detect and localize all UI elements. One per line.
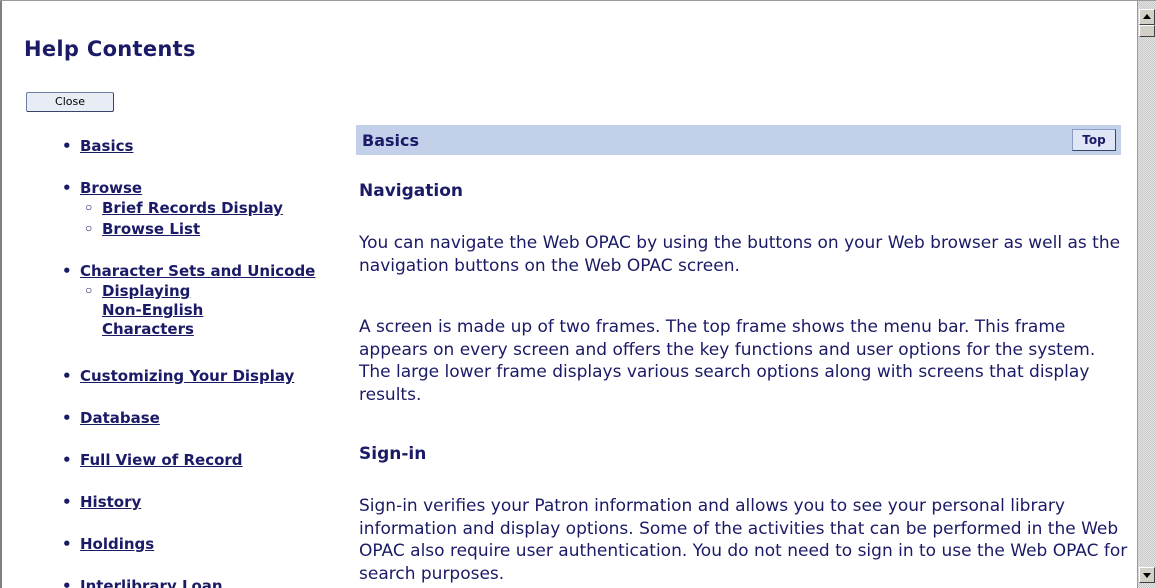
toc-item-full-view: • Full View of Record (62, 451, 243, 469)
bullet-icon: • (62, 137, 72, 155)
scroll-thumb[interactable] (1139, 25, 1155, 37)
scroll-down-button[interactable] (1139, 567, 1155, 583)
arrow-down-icon (1143, 573, 1151, 578)
bullet-icon: • (62, 451, 72, 469)
arrow-up-icon (1143, 14, 1151, 19)
toc-link-customizing[interactable]: Customizing Your Display (80, 367, 294, 385)
toc-link-browse[interactable]: Browse (80, 179, 142, 197)
bullet-icon: • (62, 409, 72, 427)
frame-border (0, 1, 2, 588)
section-header-basics: Basics Top (356, 125, 1121, 155)
toc-item-basics: • Basics (62, 137, 133, 155)
toc-link-non-english[interactable]: Displaying Non-English Characters (84, 282, 203, 338)
toc-link-ill[interactable]: Interlibrary Loan (80, 577, 223, 588)
navigation-heading: Navigation (359, 181, 463, 201)
toc-link-basics[interactable]: Basics (80, 137, 133, 155)
bullet-icon: • (62, 577, 72, 588)
bullet-icon: • (62, 262, 72, 280)
toc-subitem-browse-list: ◦ Browse List (84, 220, 200, 238)
toc-subitem-non-english: ◦ Displaying Non-English Characters (84, 282, 203, 339)
page-title: Help Contents (24, 37, 196, 61)
toc-item-database: • Database (62, 409, 160, 427)
toc-item-browse: • Browse (62, 179, 142, 197)
signin-heading: Sign-in (359, 444, 427, 464)
bullet-icon: • (62, 367, 72, 385)
toc-link-database[interactable]: Database (80, 409, 160, 427)
section-title: Basics (362, 131, 420, 150)
top-button[interactable]: Top (1072, 129, 1116, 151)
toc-link-browse-list[interactable]: Browse List (102, 220, 200, 238)
help-frame: Help Contents Close • Basics • Browse ◦ Bri… (0, 0, 1156, 588)
circle-bullet-icon: ◦ (84, 282, 94, 300)
navigation-paragraph-1: You can navigate the Web OPAC by using t… (359, 233, 1121, 276)
toc-link-history[interactable]: History (80, 493, 141, 511)
toc-item-history: • History (62, 493, 141, 511)
navigation-paragraph-2: A screen is made up of two frames. The t… (359, 317, 1096, 405)
circle-bullet-icon: ◦ (84, 220, 94, 238)
toc-link-charsets[interactable]: Character Sets and Unicode (80, 262, 315, 280)
bullet-icon: • (62, 535, 72, 553)
bullet-icon: • (62, 179, 72, 197)
toc-link-holdings[interactable]: Holdings (80, 535, 154, 553)
signin-paragraph-1: Sign-in verifies your Patron information… (359, 496, 1128, 584)
toc-link-full-view[interactable]: Full View of Record (80, 451, 243, 469)
toc-item-holdings: • Holdings (62, 535, 154, 553)
toc-item-charsets: • Character Sets and Unicode (62, 262, 315, 280)
scroll-up-button[interactable] (1139, 9, 1155, 25)
toc-item-ill: • Interlibrary Loan (62, 577, 223, 588)
circle-bullet-icon: ◦ (84, 199, 94, 217)
bullet-icon: • (62, 493, 72, 511)
toc-subitem-brief-records: ◦ Brief Records Display (84, 199, 283, 217)
vertical-scrollbar[interactable] (1137, 1, 1156, 588)
toc-item-customizing: • Customizing Your Display (62, 367, 294, 385)
toc-link-brief-records[interactable]: Brief Records Display (102, 199, 283, 217)
close-button[interactable]: Close (26, 92, 114, 112)
